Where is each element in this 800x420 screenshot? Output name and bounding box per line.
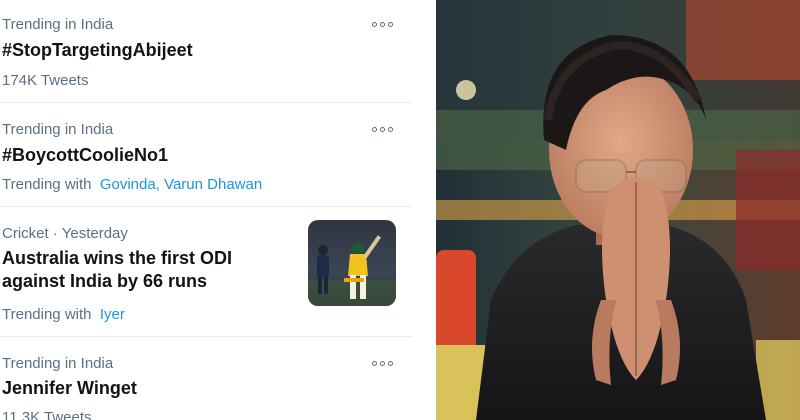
- cricket-batsman-thumbnail[interactable]: [308, 220, 396, 306]
- trend-context: Trending with Govinda, Varun Dhawan: [2, 176, 262, 193]
- trends-feed: Trending in India #StopTargetingAbijeet …: [0, 0, 412, 420]
- comma-separator: ,: [155, 176, 165, 193]
- trend-tweet-count: 11.3K Tweets: [2, 409, 92, 420]
- trend-tweet-count: 174K Tweets: [2, 72, 89, 89]
- trending-with-label: Trending with: [2, 176, 92, 193]
- trend-title: #BoycottCoolieNo1: [2, 145, 169, 165]
- trend-item[interactable]: Trending in India #BoycottCoolieNo1 Tren…: [0, 103, 412, 206]
- trend-related-link-govinda[interactable]: Govinda: [100, 176, 156, 193]
- trend-context: Trending with Iyer: [2, 306, 125, 323]
- trend-related-link-varun-dhawan[interactable]: Varun Dhawan: [164, 176, 262, 193]
- trend-meta: Trending in India: [2, 16, 114, 33]
- trend-related-link-iyer[interactable]: Iyer: [100, 306, 125, 323]
- trend-title: Jennifer Winget: [2, 378, 137, 398]
- trend-item[interactable]: Cricket · Yesterday Australia wins the f…: [0, 207, 412, 335]
- more-horizontal-icon[interactable]: [370, 18, 394, 30]
- trend-headline-line-2: against India by 66 runs: [2, 271, 208, 291]
- trend-item[interactable]: Trending in India #StopTargetingAbijeet …: [0, 0, 412, 102]
- trending-with-label: Trending with: [2, 306, 92, 323]
- trend-meta: Trending in India: [2, 121, 114, 138]
- gap: [412, 0, 436, 420]
- man-in-black-shirt-folded-hands-photo: [436, 0, 800, 420]
- more-horizontal-icon[interactable]: [370, 357, 394, 369]
- trend-title: #StopTargetingAbijeet: [2, 40, 193, 60]
- trend-headline-line-1: Australia wins the first ODI: [2, 248, 233, 268]
- trend-meta: Trending in India: [2, 355, 114, 372]
- more-horizontal-icon[interactable]: [370, 123, 394, 135]
- trend-meta: Cricket · Yesterday: [2, 225, 128, 242]
- trend-item[interactable]: Trending in India Jennifer Winget 11.3K …: [0, 337, 412, 420]
